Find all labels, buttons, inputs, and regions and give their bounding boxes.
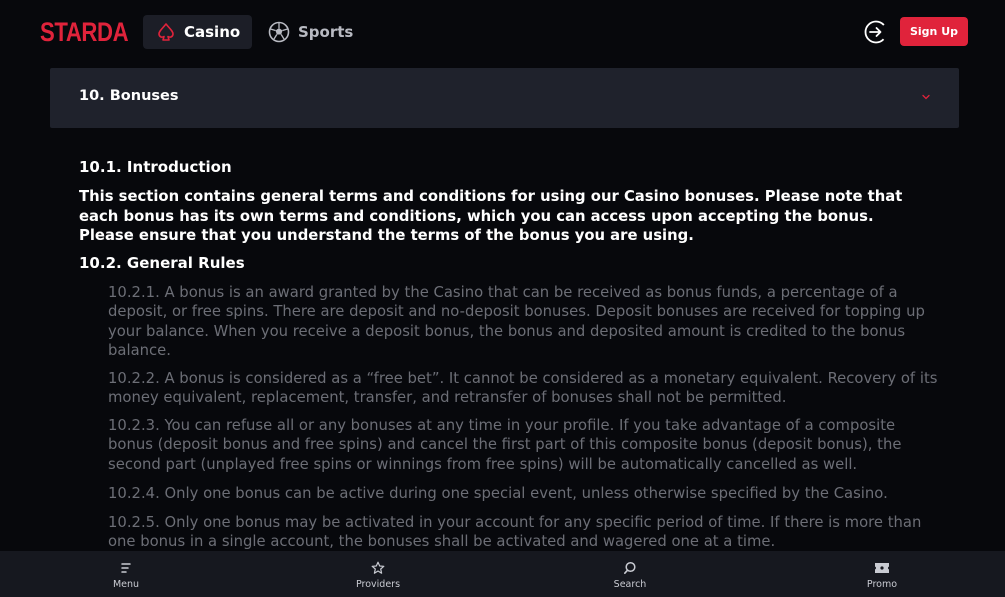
tab-sports[interactable]: Sports	[255, 15, 365, 49]
star-icon	[371, 561, 385, 574]
introduction-heading: 10.1. Introduction	[79, 158, 232, 176]
ticket-icon	[875, 563, 889, 573]
rule-item: 10.2.4. Only one bonus can be active dur…	[108, 485, 888, 502]
bottom-nav-search-label: Search	[613, 579, 647, 590]
rule-item: 10.2.1. A bonus is an award granted by t…	[108, 284, 925, 359]
bottom-nav-providers-label: Providers	[355, 579, 401, 590]
chevron-down-icon[interactable]	[921, 92, 931, 102]
rule-item: 10.2.5. Only one bonus may be activated …	[108, 514, 922, 551]
general-rules-heading: 10.2. General Rules	[79, 254, 245, 272]
rule-item: 10.2.3. You can refuse all or any bonuse…	[108, 417, 902, 473]
bottom-nav-search[interactable]: Search	[590, 551, 670, 597]
bottom-nav-promo[interactable]: Promo	[842, 551, 922, 597]
bottom-nav-promo-label: Promo	[866, 579, 898, 590]
tab-casino[interactable]: Casino	[143, 15, 252, 49]
tab-casino-label: Casino	[184, 23, 241, 41]
rule-item: 10.2.2. A bonus is considered as a “free…	[108, 370, 938, 407]
top-header: STARDA Casino Sports Sign Up	[0, 0, 1005, 64]
section-title: 10. Bonuses	[79, 88, 179, 104]
menu-icon	[121, 563, 131, 573]
introduction-text: This section contains general terms and …	[79, 188, 903, 244]
tab-sports-label: Sports	[298, 23, 354, 41]
bottom-nav-menu-label: Menu	[112, 579, 140, 590]
bonuses-accordion-header[interactable]: 10. Bonuses	[50, 68, 959, 128]
starda-logo[interactable]: STARDA	[40, 17, 129, 48]
bottom-nav-providers[interactable]: Providers	[338, 551, 418, 597]
search-icon	[624, 561, 636, 574]
login-icon[interactable]	[864, 20, 888, 44]
spade-icon	[158, 23, 174, 41]
soccer-ball-icon	[268, 21, 290, 43]
bottom-navigation: Menu Providers Search Promo	[0, 551, 1005, 597]
sign-up-button[interactable]: Sign Up	[900, 17, 968, 46]
bottom-nav-menu[interactable]: Menu	[86, 551, 166, 597]
